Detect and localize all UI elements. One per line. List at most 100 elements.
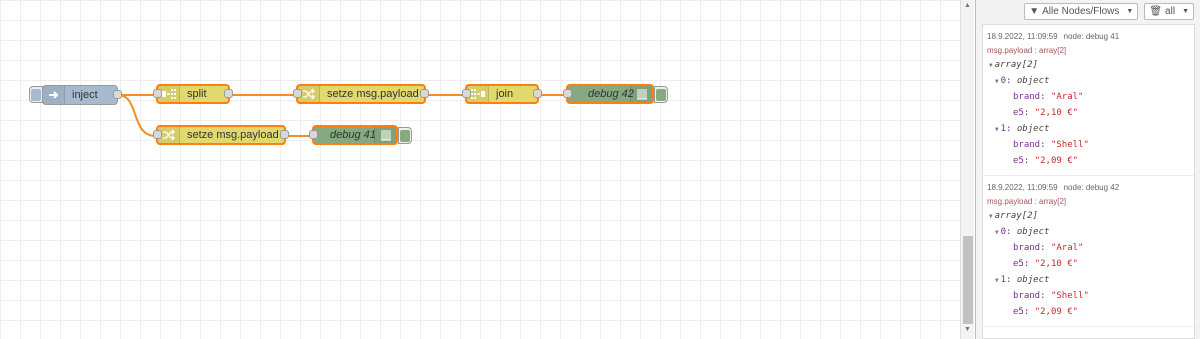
payload-key: brand:: [1013, 140, 1046, 150]
payload-value: "2,10 €": [1034, 259, 1079, 269]
node-inject-label: inject: [72, 89, 98, 101]
input-port[interactable]: [293, 89, 302, 98]
debug-list-icon: [630, 86, 652, 102]
payload-tree-row[interactable]: ▼ 1: object: [987, 121, 1190, 137]
message-payload-tree: ▼ array[2] ▼ 0: object brand: "Aral" e5: "2,1…: [987, 57, 1190, 169]
payload-type: object: [1016, 76, 1050, 86]
wire-inject-change2[interactable]: [117, 94, 157, 137]
expand-triangle-icon[interactable]: ▼: [995, 277, 999, 284]
payload-key: 0:: [1000, 76, 1012, 86]
message-timestamp: 18.9.2022, 11:09:59: [987, 31, 1058, 41]
message-payload-tree: ▼ array[2] ▼ 0: object brand: "Aral" e5: "2,1…: [987, 208, 1190, 320]
debug-message-list[interactable]: 18.9.2022, 11:09:59 node: debug 41 msg.pay…: [982, 24, 1195, 339]
debug-message[interactable]: 18.9.2022, 11:09:59 node: debug 41 msg.pay…: [983, 25, 1194, 176]
payload-type: object: [1016, 275, 1050, 285]
node-split[interactable]: split: [153, 84, 233, 104]
node-join-label: join: [496, 88, 514, 100]
message-meta: 18.9.2022, 11:09:59 node: debug 41: [987, 29, 1190, 43]
payload-tree-row: brand: "Shell": [987, 288, 1190, 304]
node-debug-41-label: debug 41: [330, 129, 376, 141]
input-port[interactable]: [153, 130, 162, 139]
payload-tree-row[interactable]: ▼ array[2]: [987, 208, 1190, 224]
payload-value: "Aral": [1050, 92, 1084, 102]
caret-down-icon: ▼: [1126, 7, 1134, 15]
output-port[interactable]: [420, 89, 429, 98]
payload-tree-row: e5: "2,10 €": [987, 256, 1190, 272]
inject-trigger-button[interactable]: [29, 86, 43, 103]
node-change-1[interactable]: setze msg.payload: [293, 84, 429, 104]
payload-key: e5:: [1013, 156, 1030, 166]
payload-value: "2,09 €": [1034, 307, 1079, 317]
debug-message[interactable]: 18.9.2022, 11:09:59 node: debug 42 msg.pay…: [983, 176, 1194, 327]
trash-icon: 🗑: [1149, 5, 1163, 17]
message-topic: msg.payload : array[2]: [987, 196, 1067, 206]
message-node-link[interactable]: node: debug 42: [1064, 183, 1120, 192]
payload-value: "Shell": [1050, 291, 1089, 301]
debug-toolbar: ▼ Alle Nodes/Flows ▼ 🗑 all ▼: [976, 0, 1200, 22]
output-port[interactable]: [224, 89, 233, 98]
expand-triangle-icon[interactable]: ▼: [989, 62, 993, 69]
message-topic: msg.payload : array[2]: [987, 45, 1067, 55]
canvas-vertical-scrollbar[interactable]: ▲ ▼: [960, 0, 974, 339]
input-port[interactable]: [309, 130, 318, 139]
input-port[interactable]: [563, 89, 572, 98]
payload-key: brand:: [1013, 243, 1046, 253]
payload-tree-row: e5: "2,09 €": [987, 304, 1190, 320]
input-port[interactable]: [153, 89, 162, 98]
payload-tree-row: brand: "Shell": [987, 137, 1190, 153]
payload-type: object: [1016, 124, 1050, 134]
payload-key: brand:: [1013, 291, 1046, 301]
clear-label: all: [1165, 5, 1176, 17]
expand-triangle-icon[interactable]: ▼: [995, 229, 999, 236]
payload-tree-row[interactable]: ▼ 1: object: [987, 272, 1190, 288]
payload-tree-row: e5: "2,10 €": [987, 105, 1190, 121]
payload-key: 0:: [1000, 227, 1012, 237]
scroll-up-icon[interactable]: ▲: [964, 2, 971, 9]
payload-tree-row: e5: "2,09 €": [987, 153, 1190, 169]
filter-label: Alle Nodes/Flows: [1042, 5, 1120, 17]
payload-value: "Aral": [1050, 243, 1084, 253]
message-meta: 18.9.2022, 11:09:59 node: debug 42: [987, 180, 1190, 194]
flow-canvas[interactable]: inject split setze msg.payload join debu…: [0, 0, 960, 339]
node-split-label: split: [187, 88, 207, 100]
payload-tree-row: brand: "Aral": [987, 240, 1190, 256]
output-port[interactable]: [113, 90, 122, 99]
debug-41-toggle-button[interactable]: [398, 127, 412, 144]
payload-tree-row[interactable]: ▼ array[2]: [987, 57, 1190, 73]
payload-key: e5:: [1013, 259, 1030, 269]
debug-sidebar: ▼ Alle Nodes/Flows ▼ 🗑 all ▼ 18.9.2022, …: [975, 0, 1200, 339]
input-port[interactable]: [462, 89, 471, 98]
payload-key: e5:: [1013, 108, 1030, 118]
filter-icon: ▼: [1029, 5, 1040, 17]
payload-tree-row[interactable]: ▼ 0: object: [987, 224, 1190, 240]
node-debug-41[interactable]: debug 41: [309, 125, 398, 145]
payload-key: e5:: [1013, 307, 1030, 317]
payload-key: brand:: [1013, 92, 1046, 102]
caret-down-icon: ▼: [1182, 7, 1189, 15]
payload-value: "2,09 €": [1034, 156, 1079, 166]
node-change-2[interactable]: setze msg.payload: [153, 125, 289, 145]
message-node-link[interactable]: node: debug 41: [1064, 32, 1120, 41]
node-debug-42-label: debug 42: [588, 88, 634, 100]
payload-value: "2,10 €": [1034, 108, 1079, 118]
output-port[interactable]: [280, 130, 289, 139]
flow-wires: [117, 94, 566, 137]
debug-42-toggle-button[interactable]: [654, 86, 668, 103]
node-join[interactable]: join: [462, 84, 542, 104]
message-timestamp: 18.9.2022, 11:09:59: [987, 182, 1058, 192]
output-port[interactable]: [533, 89, 542, 98]
payload-value: "Shell": [1050, 140, 1089, 150]
payload-tree-row: brand: "Aral": [987, 89, 1190, 105]
payload-tree-row[interactable]: ▼ 0: object: [987, 73, 1190, 89]
scrollbar-thumb[interactable]: [963, 236, 973, 324]
filter-dropdown[interactable]: ▼ Alle Nodes/Flows ▼: [1024, 2, 1139, 20]
node-change-1-label: setze msg.payload: [327, 88, 419, 100]
expand-triangle-icon[interactable]: ▼: [989, 213, 993, 220]
node-debug-42[interactable]: debug 42: [563, 84, 654, 104]
payload-key: 1:: [1000, 275, 1012, 285]
expand-triangle-icon[interactable]: ▼: [995, 126, 999, 133]
scroll-down-icon[interactable]: ▼: [964, 326, 971, 333]
clear-dropdown[interactable]: 🗑 all ▼: [1144, 2, 1194, 20]
node-inject[interactable]: inject: [42, 85, 122, 105]
expand-triangle-icon[interactable]: ▼: [995, 78, 999, 85]
